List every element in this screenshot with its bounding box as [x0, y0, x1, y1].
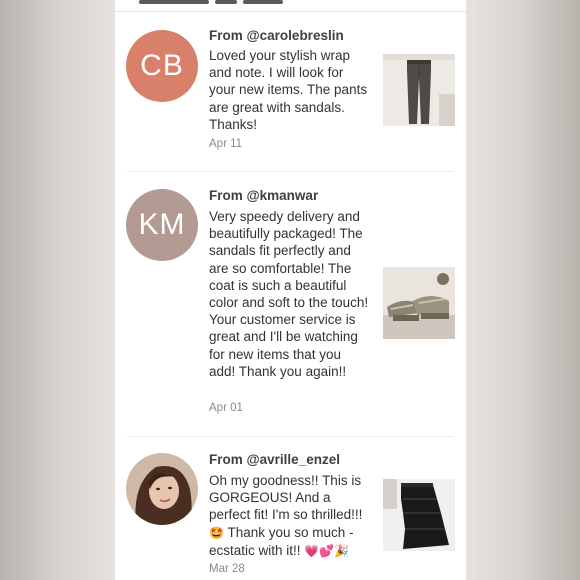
review-date: Apr 01: [209, 402, 243, 414]
review-text-main: Oh my goodness!! This is GORGEOUS! And a…: [209, 473, 363, 523]
review-date: Apr 11: [209, 138, 243, 150]
ruffle-skirt-thumbnail[interactable]: [383, 479, 455, 551]
star-struck-emoji: 🤩: [209, 525, 224, 540]
review-text: Oh my goodness!! This is GORGEOUS! And a…: [209, 472, 371, 560]
dark-trousers-thumbnail[interactable]: [383, 54, 455, 126]
hearts-party-emoji: 💗💕🎉: [304, 543, 350, 558]
divider: [115, 11, 466, 12]
review-text: Loved your stylish wrap and note. I will…: [209, 48, 368, 132]
sandals-thumbnail[interactable]: [383, 267, 455, 339]
avatar[interactable]: CB: [126, 30, 198, 102]
avatar[interactable]: KM: [126, 189, 198, 261]
divider: [127, 436, 454, 437]
header-remnant: [139, 0, 299, 6]
divider: [127, 171, 454, 172]
review-author[interactable]: From @avrille_enzel: [209, 452, 340, 467]
review-text: Very speedy delivery and beautifully pac…: [209, 209, 369, 379]
review-date: Mar 28: [209, 563, 245, 575]
avatar[interactable]: [126, 453, 198, 525]
reviews-panel: CB From @carolebreslin Loved your stylis…: [115, 0, 466, 580]
review-author[interactable]: From @carolebreslin: [209, 28, 344, 43]
review-author[interactable]: From @kmanwar: [209, 188, 318, 203]
